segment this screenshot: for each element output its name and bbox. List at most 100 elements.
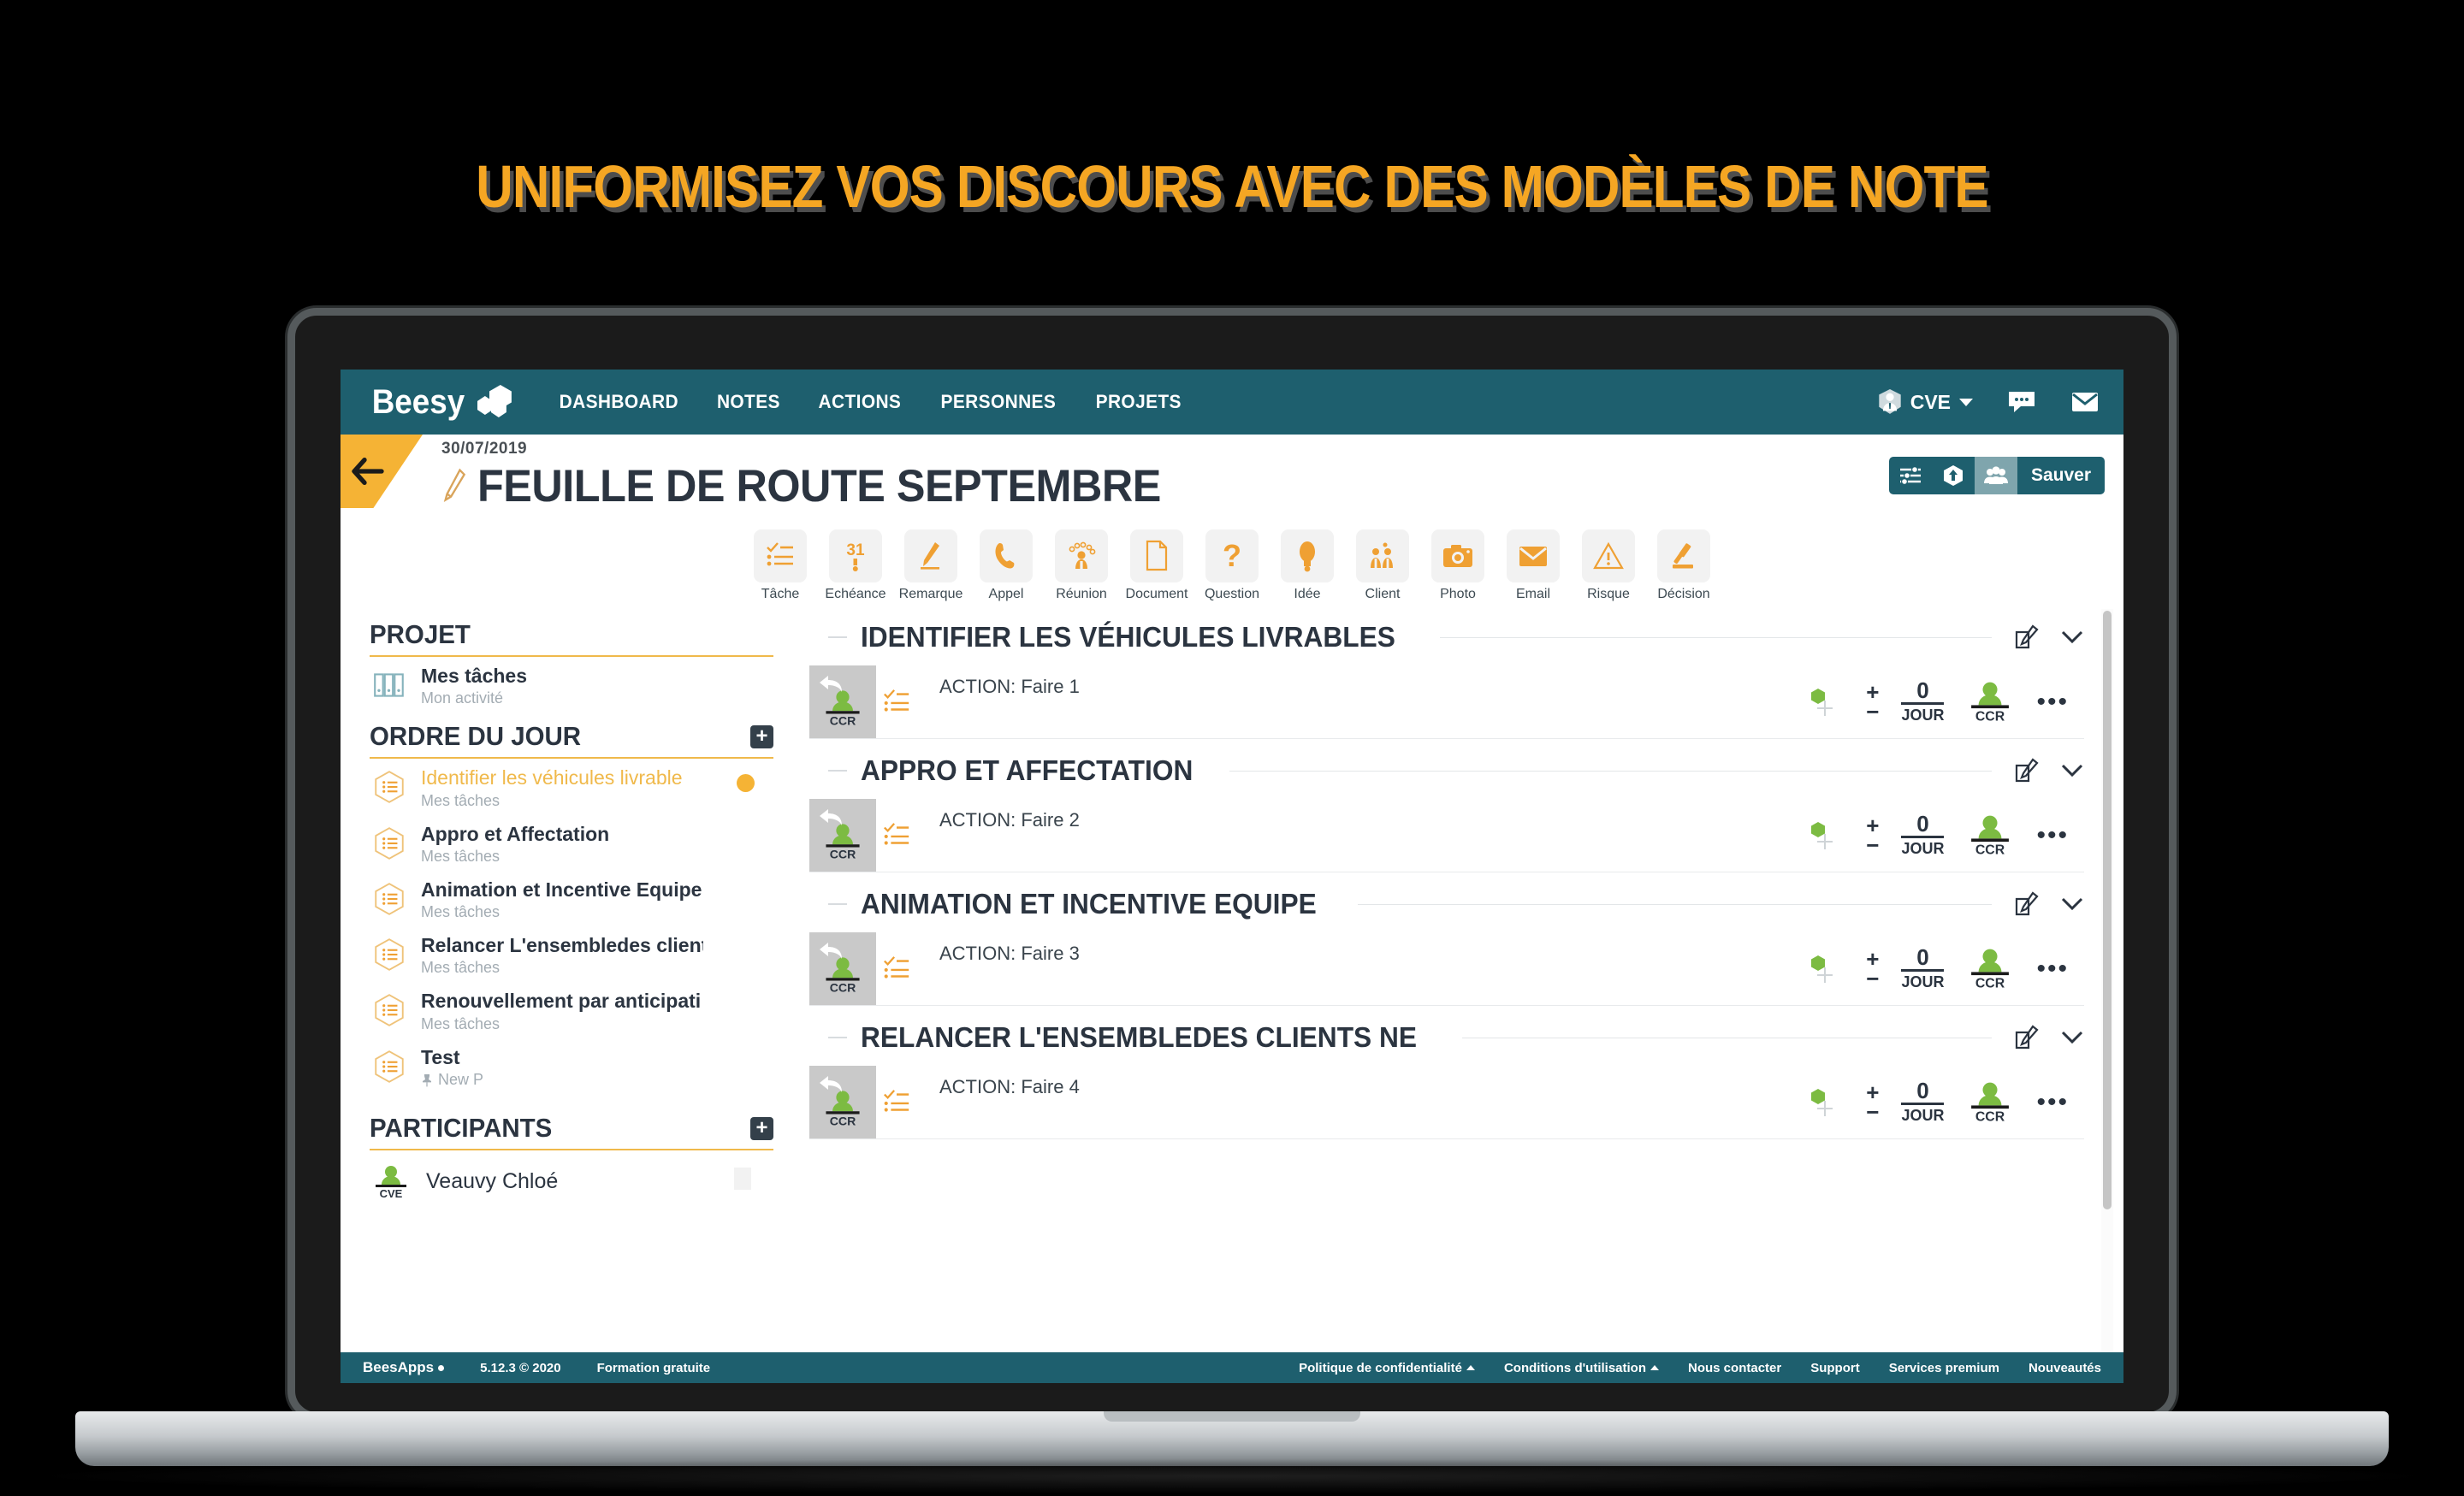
upload-button[interactable] (1932, 457, 1975, 494)
add-assignee-icon[interactable] (1806, 1084, 1844, 1121)
add-assignee-icon[interactable] (1806, 950, 1844, 988)
type-document[interactable]: Document (1125, 529, 1188, 602)
beesapps-logo[interactable]: BeesApps (363, 1359, 445, 1376)
effort-value[interactable]: 0 JOUR (1901, 813, 1945, 858)
sliders-button[interactable] (1889, 457, 1932, 494)
type-tache[interactable]: Tâche (749, 529, 812, 602)
quantity-stepper[interactable]: + − (1866, 1081, 1879, 1122)
back-flag[interactable] (341, 435, 423, 508)
action-owner[interactable]: CCR (809, 665, 876, 738)
quantity-stepper[interactable]: + − (1866, 681, 1879, 722)
more-options-icon[interactable]: ••• (2036, 1089, 2069, 1115)
add-assignee-icon[interactable] (1806, 683, 1844, 721)
action-text[interactable]: ACTION: Faire 3 (917, 932, 1806, 1005)
chevron-down-icon[interactable] (2060, 896, 2084, 912)
footer-link-privacy[interactable]: Politique de confidentialité (1299, 1361, 1475, 1375)
add-participant-button[interactable]: + (750, 1116, 773, 1140)
participant-row[interactable]: CVE Veauvy Chloé (370, 1150, 773, 1200)
chevron-down-icon[interactable] (2060, 763, 2084, 778)
chevron-down-icon[interactable] (2060, 630, 2084, 645)
nav-item-notes[interactable]: NOTES (717, 391, 780, 413)
scrollbar-thumb[interactable] (2103, 611, 2112, 1209)
pencil-icon[interactable] (441, 468, 467, 506)
footer-link-terms[interactable]: Conditions d'utilisation (1504, 1361, 1660, 1375)
add-assignee-icon[interactable] (1806, 817, 1844, 854)
item-name: Animation et Incentive Equipe (421, 878, 702, 901)
item-text: Test New P (421, 1047, 483, 1089)
more-options-icon[interactable]: ••• (2036, 955, 2069, 981)
sidebar-item-mes-taches[interactable]: Mes tâches Mon activité (370, 657, 773, 713)
nav-item-actions[interactable]: ACTIONS (819, 391, 902, 413)
decrement-icon[interactable]: − (1866, 833, 1879, 855)
effort-value[interactable]: 0 JOUR (1901, 946, 1945, 991)
add-ordre-button[interactable]: + (750, 724, 773, 748)
decrement-icon[interactable]: − (1866, 700, 1879, 722)
sidebar-item-ordre-3[interactable]: Relancer L'ensembledes client Mes tâches (370, 926, 773, 982)
type-email[interactable]: Email (1502, 529, 1565, 602)
more-options-icon[interactable]: ••• (2036, 822, 2069, 848)
decrement-icon[interactable]: − (1866, 1100, 1879, 1122)
sidebar-item-ordre-1[interactable]: Appro et Affectation Mes tâches (370, 815, 773, 871)
action-owner[interactable]: CCR (809, 932, 876, 1005)
quantity-stepper[interactable]: + − (1866, 814, 1879, 855)
footer-link-support[interactable]: Support (1810, 1361, 1860, 1375)
action-owner[interactable]: CCR (809, 799, 876, 872)
type-client[interactable]: Client (1351, 529, 1414, 602)
nav-item-personnes[interactable]: PERSONNES (941, 391, 1057, 413)
type-question[interactable]: ? Question (1200, 529, 1264, 602)
sidebar-item-ordre-2[interactable]: Animation et Incentive Equipe Mes tâches (370, 871, 773, 926)
chat-icon[interactable] (2007, 390, 2036, 414)
vertical-scrollbar[interactable] (2101, 609, 2113, 1362)
more-options-icon[interactable]: ••• (2036, 689, 2069, 714)
user-menu[interactable]: CVE (1878, 389, 1973, 415)
tile (980, 529, 1033, 582)
sidebar-item-ordre-5[interactable]: Test New P (370, 1038, 773, 1094)
training-link[interactable]: Formation gratuite (597, 1361, 711, 1375)
avatar[interactable]: CCR (1966, 679, 2014, 725)
effort-value[interactable]: 0 JOUR (1901, 1079, 1945, 1125)
edit-icon[interactable] (2014, 1025, 2040, 1050)
footer-link-premium[interactable]: Services premium (1889, 1361, 1999, 1375)
nav-item-projets[interactable]: PROJETS (1095, 391, 1181, 413)
type-echeance[interactable]: 31 Echéance (824, 529, 887, 602)
section-header: RELANCER L'ENSEMBLEDES CLIENTS NE (809, 1006, 2123, 1054)
people-button[interactable] (1974, 457, 2017, 494)
section-header: APPRO ET AFFECTATION (809, 739, 2123, 787)
action-text[interactable]: ACTION: Faire 2 (917, 799, 1806, 872)
action-text[interactable]: ACTION: Faire 4 (917, 1066, 1806, 1138)
footer-link-news[interactable]: Nouveautés (2029, 1361, 2101, 1375)
mail-icon[interactable] (2070, 390, 2100, 414)
sliders-icon (1899, 465, 1921, 486)
footer-link-contact[interactable]: Nous contacter (1688, 1361, 1781, 1375)
type-risque[interactable]: Risque (1577, 529, 1640, 602)
save-button[interactable]: Sauver (2017, 457, 2105, 494)
type-appel[interactable]: Appel (974, 529, 1038, 602)
type-idee[interactable]: Idée (1276, 529, 1339, 602)
item-text: Renouvellement par anticipati Mes tâches (421, 990, 701, 1032)
participant-flag[interactable] (734, 1168, 751, 1191)
edit-icon[interactable] (2014, 758, 2040, 783)
quantity-stepper[interactable]: + − (1866, 948, 1879, 989)
chevron-down-icon[interactable] (2060, 1030, 2084, 1045)
avatar[interactable]: CCR (1966, 1079, 2014, 1126)
nav-item-dashboard[interactable]: DASHBOARD (560, 391, 678, 413)
edit-icon[interactable] (2014, 891, 2040, 917)
action-text[interactable]: ACTION: Faire 1 (917, 665, 1806, 738)
item-sub: Mes tâches (421, 1014, 500, 1032)
avatar[interactable]: CCR (1966, 946, 2014, 992)
sidebar-item-ordre-0[interactable]: Identifier les véhicules livrable Mes tâ… (370, 759, 773, 814)
type-photo[interactable]: Photo (1426, 529, 1490, 602)
reply-icon (820, 943, 842, 959)
meeting-icon (1069, 541, 1096, 569)
avatar[interactable]: CCR (1966, 813, 2014, 859)
effort-value[interactable]: 0 JOUR (1901, 679, 1945, 724)
edit-icon[interactable] (2014, 624, 2040, 650)
beesy-logo[interactable]: Beesy (368, 383, 517, 422)
sidebar-item-ordre-4[interactable]: Renouvellement par anticipati Mes tâches (370, 982, 773, 1038)
type-reunion[interactable]: Réunion (1050, 529, 1113, 602)
action-owner[interactable]: CCR (809, 1066, 876, 1138)
type-remarque[interactable]: Remarque (899, 529, 962, 602)
tile (1055, 529, 1108, 582)
type-decision[interactable]: Décision (1652, 529, 1715, 602)
decrement-icon[interactable]: − (1866, 967, 1879, 989)
